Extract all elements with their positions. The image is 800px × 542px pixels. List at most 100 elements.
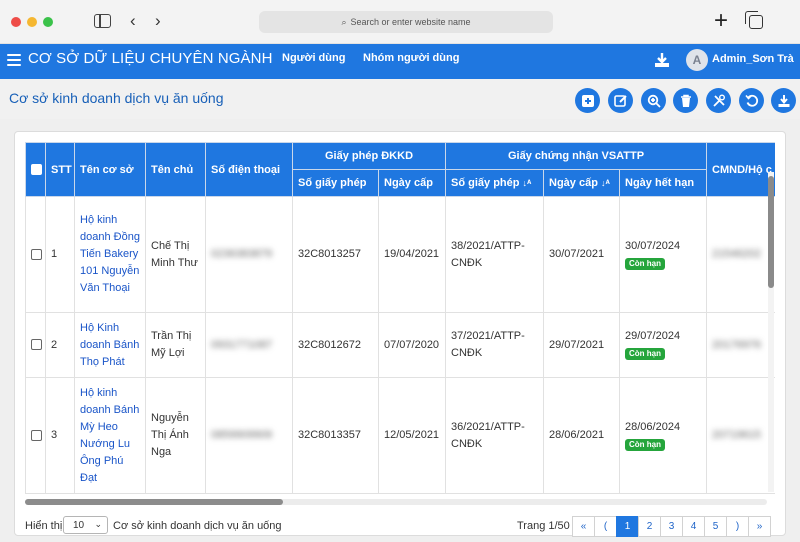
table-container[interactable]: STT Tên cơ sở Tên chủ Số điện thoại Giấy…	[25, 142, 775, 499]
minimize-window-button[interactable]	[27, 17, 37, 27]
header-license-group: Giấy phép ĐKKD	[291, 142, 447, 170]
header-stt[interactable]: STT	[45, 142, 75, 197]
cell-license-date: 12/05/2021	[377, 377, 447, 494]
cell-vsattp-expiry: 28/06/2024 Còn hạn	[619, 377, 708, 494]
show-label: Hiển thị	[25, 520, 63, 532]
header-vsattp-no[interactable]: Số giấy phép ↓ᴬ	[445, 169, 545, 197]
header-vsattp-no-label: Số giấy phép	[451, 177, 520, 189]
header-vsattp-expiry[interactable]: Ngày hết hạn	[619, 169, 708, 197]
maximize-window-button[interactable]	[43, 17, 53, 27]
username[interactable]: Admin_Sơn Trà	[712, 53, 794, 65]
browser-window: ‹ › ⌕ Search or enter website name + CƠ …	[0, 0, 800, 542]
table-row[interactable]: 1 Hộ kinh doanh Đồng Tiến Bakery 101 Ngu…	[25, 196, 775, 313]
page-button-4[interactable]: 4	[682, 516, 705, 537]
nav-link-user-groups[interactable]: Nhóm người dùng	[363, 52, 459, 64]
cell-vsattp-date: 30/07/2021	[543, 196, 621, 313]
refresh-button[interactable]	[739, 88, 764, 113]
address-bar[interactable]: ⌕ Search or enter website name	[259, 11, 553, 33]
expiry-date: 28/06/2024	[625, 420, 681, 433]
page-button-1[interactable]: 1	[616, 516, 639, 537]
header-license-date[interactable]: Ngày cấp	[377, 169, 447, 197]
header-owner[interactable]: Tên chủ	[145, 142, 206, 197]
cell-owner: Nguyễn Thị Ánh Nga	[145, 377, 206, 494]
cell-stt: 1	[45, 196, 75, 313]
app-navbar: CƠ SỞ DỮ LIỆU CHUYÊN NGÀNH Người dùng Nh…	[0, 44, 800, 79]
header-license-no[interactable]: Số giấy phép	[292, 169, 379, 197]
zoom-icon	[647, 94, 661, 108]
page-info: Trang 1/50	[517, 520, 570, 532]
status-badge: Còn hạn	[625, 257, 666, 270]
phone-value: 0236383879	[211, 248, 273, 260]
cell-id-card: 20719615	[706, 377, 775, 494]
download-button[interactable]	[771, 88, 796, 113]
table-row[interactable]: 3 Hộ kinh doanh Bánh Mỳ Heo Nướng Lu Ông…	[25, 377, 775, 494]
horizontal-scrollbar-thumb[interactable]	[25, 499, 283, 505]
table-row[interactable]: 2 Hộ Kinh doanh Bánh Thọ Phát Trần Thị M…	[25, 312, 775, 378]
header-id-card[interactable]: CMND/Hộ c	[706, 142, 775, 197]
page-button-5[interactable]: 5	[704, 516, 727, 537]
add-button[interactable]	[575, 88, 600, 113]
cell-vsattp-date: 28/06/2021	[543, 377, 621, 494]
zoom-button[interactable]	[641, 88, 666, 113]
nav-link-users[interactable]: Người dùng	[282, 52, 345, 64]
vertical-scrollbar-thumb[interactable]	[768, 176, 774, 288]
row-checkbox-cell	[25, 196, 46, 313]
download-icon[interactable]	[653, 51, 671, 69]
prev-page-button[interactable]: (	[594, 516, 617, 537]
sort-az-icon[interactable]: ↓ᴬ	[522, 178, 531, 188]
menu-icon[interactable]	[7, 54, 21, 66]
cell-vsattp-no: 37/2021/ATTP-CNĐK	[445, 312, 545, 378]
select-all-checkbox[interactable]	[31, 164, 42, 176]
select-all-checkbox-header	[25, 142, 46, 197]
download-icon	[778, 94, 789, 107]
delete-button[interactable]	[673, 88, 698, 113]
tab-overview-icon[interactable]	[745, 11, 763, 29]
back-icon[interactable]: ‹	[130, 11, 136, 31]
page-button-2[interactable]: 2	[638, 516, 661, 537]
cell-vsattp-no: 38/2021/ATTP-CNĐK	[445, 196, 545, 313]
vertical-scrollbar[interactable]	[768, 172, 774, 492]
page-button-3[interactable]: 3	[660, 516, 683, 537]
close-window-button[interactable]	[11, 17, 21, 27]
phone-value: 0931771087	[211, 338, 273, 351]
header-vsattp-date[interactable]: Ngày cấp ↓ᴬ	[543, 169, 621, 197]
edit-button[interactable]	[608, 88, 633, 113]
page-size-select[interactable]: 10 ⌄	[63, 516, 108, 534]
header-name[interactable]: Tên cơ sở	[74, 142, 146, 197]
cell-name[interactable]: Hộ Kinh doanh Bánh Thọ Phát	[74, 312, 146, 378]
add-icon	[581, 94, 594, 107]
cell-name[interactable]: Hộ kinh doanh Bánh Mỳ Heo Nướng Lu Ông P…	[74, 377, 146, 494]
sort-az-icon[interactable]: ↓ᴬ	[601, 178, 610, 188]
cell-owner: Trần Thị Mỹ Lợi	[145, 312, 206, 378]
table-footer: Hiển thị 10 ⌄ Cơ sở kinh doanh dịch vụ ă…	[25, 515, 777, 537]
next-page-button[interactable]: )	[726, 516, 749, 537]
browser-toolbar: ‹ › ⌕ Search or enter website name +	[0, 0, 800, 44]
address-bar-placeholder: Search or enter website name	[350, 17, 471, 27]
cell-license-no: 32C8013357	[292, 377, 379, 494]
cell-license-date: 19/04/2021	[377, 196, 447, 313]
row-checkbox[interactable]	[31, 248, 42, 260]
avatar[interactable]: A	[686, 49, 708, 71]
row-checkbox[interactable]	[31, 429, 42, 441]
header-vsattp-date-label: Ngày cấp	[549, 177, 598, 189]
sidebar-toggle-icon[interactable]	[94, 14, 111, 28]
page-size-value: 10	[73, 520, 85, 531]
horizontal-scrollbar[interactable]	[25, 499, 767, 505]
first-page-button[interactable]: «	[572, 516, 595, 537]
cell-owner: Chế Thị Minh Thư	[145, 196, 206, 313]
delete-icon	[680, 94, 691, 107]
business-table: STT Tên cơ sở Tên chủ Số điện thoại Giấy…	[25, 142, 775, 494]
last-page-button[interactable]: »	[748, 516, 771, 537]
cell-stt: 2	[45, 312, 75, 378]
cell-vsattp-expiry: 29/07/2024 Còn hạn	[619, 312, 708, 378]
footer-label: Cơ sở kinh doanh dịch vụ ăn uống	[113, 520, 282, 532]
cell-stt: 3	[45, 377, 75, 494]
app-title[interactable]: CƠ SỞ DỮ LIỆU CHUYÊN NGÀNH	[28, 50, 273, 67]
cell-name[interactable]: Hộ kinh doanh Đồng Tiến Bakery 101 Nguyễ…	[74, 196, 146, 313]
tools-button[interactable]	[706, 88, 731, 113]
header-phone[interactable]: Số điện thoại	[205, 142, 293, 197]
cell-license-date: 07/07/2020	[377, 312, 447, 378]
new-tab-icon[interactable]: +	[714, 9, 728, 33]
forward-icon[interactable]: ›	[155, 11, 161, 31]
row-checkbox[interactable]	[31, 339, 42, 351]
